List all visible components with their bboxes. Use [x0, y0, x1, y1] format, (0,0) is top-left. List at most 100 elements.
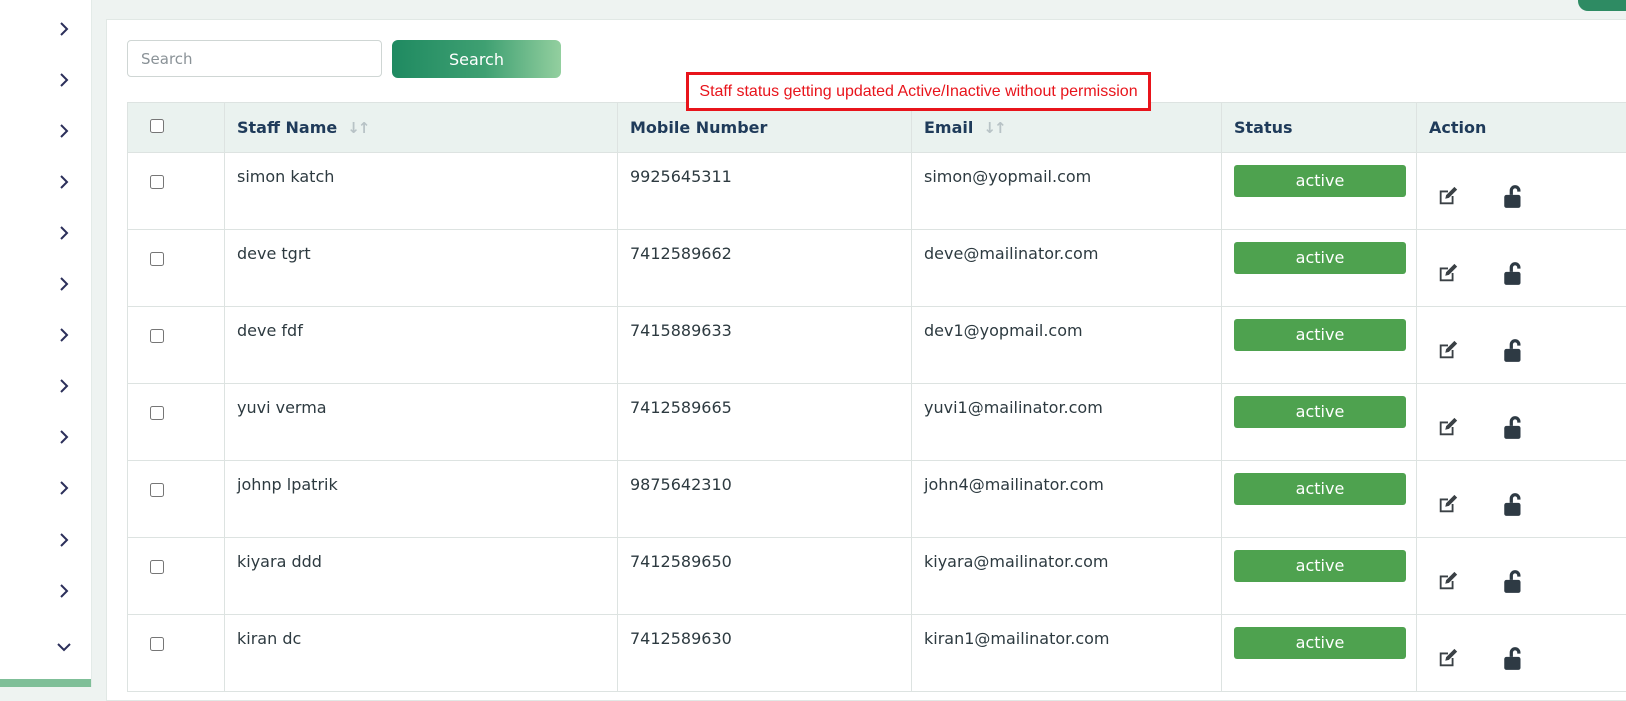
row-checkbox[interactable]: [150, 329, 164, 343]
staff-name-cell: simon katch: [225, 153, 618, 230]
email-cell: kiyara@mailinator.com: [912, 538, 1222, 615]
status-toggle-button[interactable]: active: [1234, 627, 1406, 659]
action-cell: [1417, 384, 1626, 461]
chevron-right-icon[interactable]: [56, 276, 72, 292]
column-header-status: Status: [1222, 103, 1417, 153]
email-cell: dev1@yopmail.com: [912, 307, 1222, 384]
chevron-right-icon[interactable]: [56, 225, 72, 241]
table-row: johnp lpatrik 9875642310 john4@mailinato…: [128, 461, 1626, 538]
unlock-icon[interactable]: [1501, 183, 1527, 209]
row-checkbox[interactable]: [150, 560, 164, 574]
edit-icon[interactable]: [1437, 339, 1459, 361]
table-row: simon katch 9925645311 simon@yopmail.com…: [128, 153, 1626, 230]
chevron-right-icon[interactable]: [56, 72, 72, 88]
status-toggle-button[interactable]: active: [1234, 396, 1406, 428]
annotation-callout: Staff status getting updated Active/Inac…: [686, 72, 1151, 111]
action-cell: [1417, 461, 1626, 538]
row-actions: [1429, 183, 1614, 209]
chevron-right-icon[interactable]: [56, 532, 72, 548]
table-row: deve fdf 7415889633 dev1@yopmail.com act…: [128, 307, 1626, 384]
sort-arrows-icon[interactable]: ↓↑: [347, 119, 368, 137]
mobile-cell: 9925645311: [618, 153, 912, 230]
mobile-cell: 7412589630: [618, 615, 912, 692]
chevron-down-icon[interactable]: [56, 639, 72, 655]
row-select-cell: [128, 153, 225, 230]
row-actions: [1429, 337, 1614, 363]
status-toggle-button[interactable]: active: [1234, 550, 1406, 582]
edit-icon[interactable]: [1437, 647, 1459, 669]
row-checkbox[interactable]: [150, 252, 164, 266]
staff-name-cell: johnp lpatrik: [225, 461, 618, 538]
row-select-cell: [128, 307, 225, 384]
status-cell: active: [1222, 153, 1417, 230]
mobile-cell: 7415889633: [618, 307, 912, 384]
column-header-label: Action: [1429, 118, 1486, 137]
mobile-cell: 7412589650: [618, 538, 912, 615]
row-checkbox[interactable]: [150, 406, 164, 420]
email-cell: simon@yopmail.com: [912, 153, 1222, 230]
column-header-label: Mobile Number: [630, 118, 767, 137]
table-row: kiyara ddd 7412589650 kiyara@mailinator.…: [128, 538, 1626, 615]
status-toggle-button[interactable]: active: [1234, 319, 1406, 351]
status-toggle-button[interactable]: active: [1234, 165, 1406, 197]
edit-icon[interactable]: [1437, 570, 1459, 592]
email-cell: yuvi1@mailinator.com: [912, 384, 1222, 461]
staff-table: Staff Name↓↑ Mobile Number Email ↓↑ Statu…: [127, 102, 1626, 692]
staff-name-cell: yuvi verma: [225, 384, 618, 461]
top-right-button[interactable]: [1578, 0, 1626, 11]
status-cell: active: [1222, 307, 1417, 384]
mobile-cell: 7412589665: [618, 384, 912, 461]
table-row: deve tgrt 7412589662 deve@mailinator.com…: [128, 230, 1626, 307]
row-checkbox[interactable]: [150, 637, 164, 651]
row-actions: [1429, 491, 1614, 517]
sort-arrows-icon[interactable]: ↓↑: [983, 119, 1004, 137]
row-select-cell: [128, 538, 225, 615]
chevron-right-icon[interactable]: [56, 378, 72, 394]
status-cell: active: [1222, 384, 1417, 461]
action-cell: [1417, 307, 1626, 384]
staff-name-cell: kiyara ddd: [225, 538, 618, 615]
chevron-right-icon[interactable]: [56, 21, 72, 37]
row-select-cell: [128, 615, 225, 692]
email-cell: john4@mailinator.com: [912, 461, 1222, 538]
sidebar: [0, 0, 92, 687]
staff-name-cell: deve tgrt: [225, 230, 618, 307]
chevron-right-icon[interactable]: [56, 174, 72, 190]
edit-icon[interactable]: [1437, 185, 1459, 207]
row-select-cell: [128, 461, 225, 538]
chevron-right-icon[interactable]: [56, 583, 72, 599]
staff-name-cell: deve fdf: [225, 307, 618, 384]
unlock-icon[interactable]: [1501, 260, 1527, 286]
chevron-right-icon[interactable]: [56, 429, 72, 445]
action-cell: [1417, 615, 1626, 692]
chevron-right-icon[interactable]: [56, 327, 72, 343]
chevron-right-icon[interactable]: [56, 123, 72, 139]
edit-icon[interactable]: [1437, 493, 1459, 515]
search-input[interactable]: [127, 40, 382, 77]
status-toggle-button[interactable]: active: [1234, 242, 1406, 274]
row-checkbox[interactable]: [150, 175, 164, 189]
unlock-icon[interactable]: [1501, 414, 1527, 440]
column-header-staff-name[interactable]: Staff Name↓↑: [225, 103, 618, 153]
search-button[interactable]: Search: [392, 40, 561, 78]
sidebar-active-indicator: [0, 679, 91, 687]
email-cell: deve@mailinator.com: [912, 230, 1222, 307]
row-actions: [1429, 260, 1614, 286]
edit-icon[interactable]: [1437, 262, 1459, 284]
column-header-label: Email: [924, 118, 973, 137]
row-select-cell: [128, 384, 225, 461]
unlock-icon[interactable]: [1501, 568, 1527, 594]
status-cell: active: [1222, 538, 1417, 615]
status-toggle-button[interactable]: active: [1234, 473, 1406, 505]
status-cell: active: [1222, 230, 1417, 307]
unlock-icon[interactable]: [1501, 337, 1527, 363]
select-all-checkbox[interactable]: [150, 119, 164, 133]
unlock-icon[interactable]: [1501, 645, 1527, 671]
unlock-icon[interactable]: [1501, 491, 1527, 517]
row-actions: [1429, 568, 1614, 594]
row-checkbox[interactable]: [150, 483, 164, 497]
staff-name-cell: kiran dc: [225, 615, 618, 692]
select-all-cell: [128, 103, 225, 153]
edit-icon[interactable]: [1437, 416, 1459, 438]
chevron-right-icon[interactable]: [56, 480, 72, 496]
